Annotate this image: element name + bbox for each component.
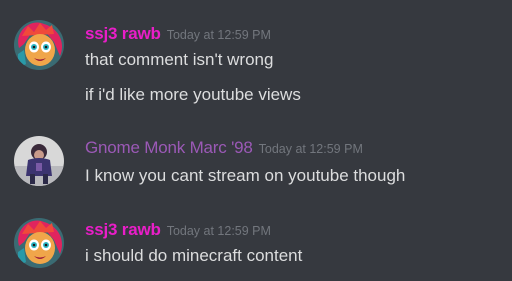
cartoon-girl-avatar-icon [14, 218, 64, 268]
message-header: ssj3 rawb Today at 12:59 PM [85, 24, 271, 44]
message-group: ssj3 rawb Today at 12:59 PM i should do m… [0, 200, 512, 281]
timestamp[interactable]: Today at 12:59 PM [259, 142, 363, 156]
message-text: if i'd like more youtube views [85, 85, 301, 104]
user-avatar[interactable] [14, 218, 64, 268]
cartoon-girl-avatar-icon [14, 20, 64, 70]
timestamp[interactable]: Today at 12:59 PM [167, 28, 271, 42]
message-text: that comment isn't wrong [85, 50, 274, 69]
message-text: i should do minecraft content [85, 246, 303, 265]
message-header: ssj3 rawb Today at 12:59 PM [85, 220, 271, 240]
photo-person-avatar-icon [14, 136, 64, 186]
user-avatar[interactable] [14, 136, 64, 186]
username[interactable]: ssj3 rawb [85, 220, 161, 239]
timestamp[interactable]: Today at 12:59 PM [167, 224, 271, 238]
message-header: Gnome Monk Marc '98 Today at 12:59 PM [85, 138, 363, 158]
username[interactable]: Gnome Monk Marc '98 [85, 138, 253, 157]
username[interactable]: ssj3 rawb [85, 24, 161, 43]
user-avatar[interactable] [14, 20, 64, 70]
message-group: Gnome Monk Marc '98 Today at 12:59 PM I k… [0, 120, 512, 200]
message-group: ssj3 rawb Today at 12:59 PM that comment … [0, 0, 512, 120]
message-text: I know you cant stream on youtube though [85, 166, 406, 185]
